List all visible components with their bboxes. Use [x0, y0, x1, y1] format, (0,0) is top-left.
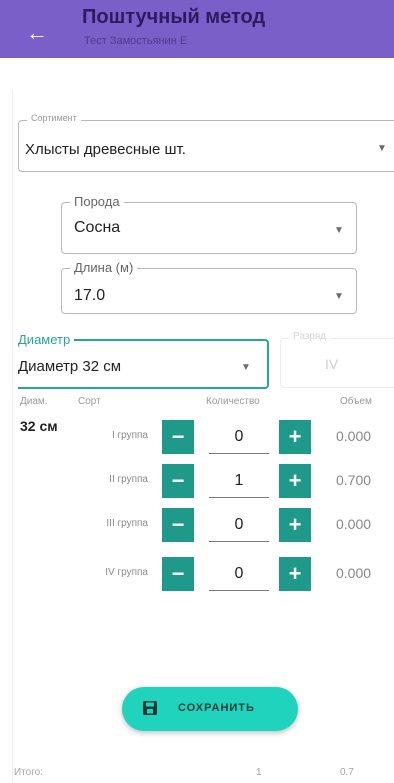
- column-header-diam: Диам.: [20, 396, 48, 407]
- decrement-button[interactable]: −: [162, 557, 194, 591]
- poroda-label: Порода: [70, 194, 124, 209]
- table-row: II группа − + 0.700: [0, 462, 394, 502]
- sortiment-value: Хлысты древесные шт.: [25, 141, 186, 158]
- sortiment-select[interactable]: Сортимент Хлысты древесные шт. ▼: [18, 113, 394, 172]
- total-volume: 0.7: [340, 767, 354, 778]
- table-row: IV группа − + 0.000: [0, 555, 394, 595]
- dropdown-caret-icon: ▼: [334, 291, 344, 302]
- razryad-value: IV: [325, 356, 339, 372]
- increment-button[interactable]: +: [279, 557, 311, 591]
- dropdown-caret-icon: ▼: [334, 225, 344, 236]
- diameter-label: Диаметр: [14, 332, 75, 347]
- volume-value: 0.700: [336, 472, 372, 488]
- quantity-field[interactable]: [209, 557, 269, 591]
- dropdown-caret-icon: ▼: [241, 362, 251, 373]
- decrement-button[interactable]: −: [162, 420, 194, 454]
- volume-value: 0.000: [336, 428, 372, 444]
- razryad-select: Разряд IV: [280, 331, 394, 388]
- quantity-field[interactable]: [209, 464, 269, 498]
- total-label: Итого:: [14, 767, 43, 778]
- length-select[interactable]: Длина (м) 17.0 ▼: [61, 260, 357, 314]
- decrement-button[interactable]: −: [162, 508, 194, 542]
- diameter-value: Диаметр 32 см: [18, 358, 122, 375]
- increment-button[interactable]: +: [279, 420, 311, 454]
- total-quantity: 1: [256, 767, 262, 778]
- sortiment-label: Сортимент: [27, 113, 81, 123]
- group-label: III группа: [106, 518, 148, 529]
- group-label: I группа: [111, 430, 148, 441]
- decrement-button[interactable]: −: [162, 464, 194, 498]
- dropdown-caret-icon: ▼: [377, 143, 387, 154]
- poroda-value: Сосна: [74, 219, 121, 236]
- group-label: II группа: [109, 474, 148, 485]
- length-value: 17.0: [74, 287, 106, 304]
- save-button[interactable]: СОХРАНИТЬ: [122, 687, 298, 731]
- page-subtitle: Тест Замостьянин Е: [84, 35, 188, 47]
- column-header-volume: Объем: [340, 396, 372, 407]
- length-label: Длина (м): [70, 260, 138, 275]
- increment-button[interactable]: +: [279, 464, 311, 498]
- diameter-select[interactable]: Диаметр Диаметр 32 см ▼: [14, 332, 269, 389]
- poroda-select[interactable]: Порода Сосна ▼: [61, 194, 357, 254]
- back-arrow-icon[interactable]: ←: [26, 20, 52, 46]
- floppy-disk-icon: [143, 701, 157, 715]
- quantity-field[interactable]: [209, 508, 269, 542]
- app-screen: ← Поштучный метод Тест Замостьянин Е Сор…: [0, 0, 394, 783]
- quantity-field[interactable]: [209, 420, 269, 454]
- column-header-sort: Сорт: [78, 396, 101, 407]
- save-button-label: СОХРАНИТЬ: [178, 702, 255, 714]
- volume-value: 0.000: [336, 565, 372, 581]
- group-label: IV группа: [105, 567, 148, 578]
- volume-value: 0.000: [336, 516, 372, 532]
- increment-button[interactable]: +: [279, 508, 311, 542]
- table-row: III группа − + 0.000: [0, 506, 394, 546]
- column-header-quantity: Количество: [206, 396, 260, 407]
- razryad-label: Разряд: [289, 331, 331, 342]
- page-title: Поштучный метод: [82, 6, 266, 28]
- table-row: I группа − + 0.000: [0, 418, 394, 458]
- app-bar: ← Поштучный метод Тест Замостьянин Е: [0, 0, 394, 58]
